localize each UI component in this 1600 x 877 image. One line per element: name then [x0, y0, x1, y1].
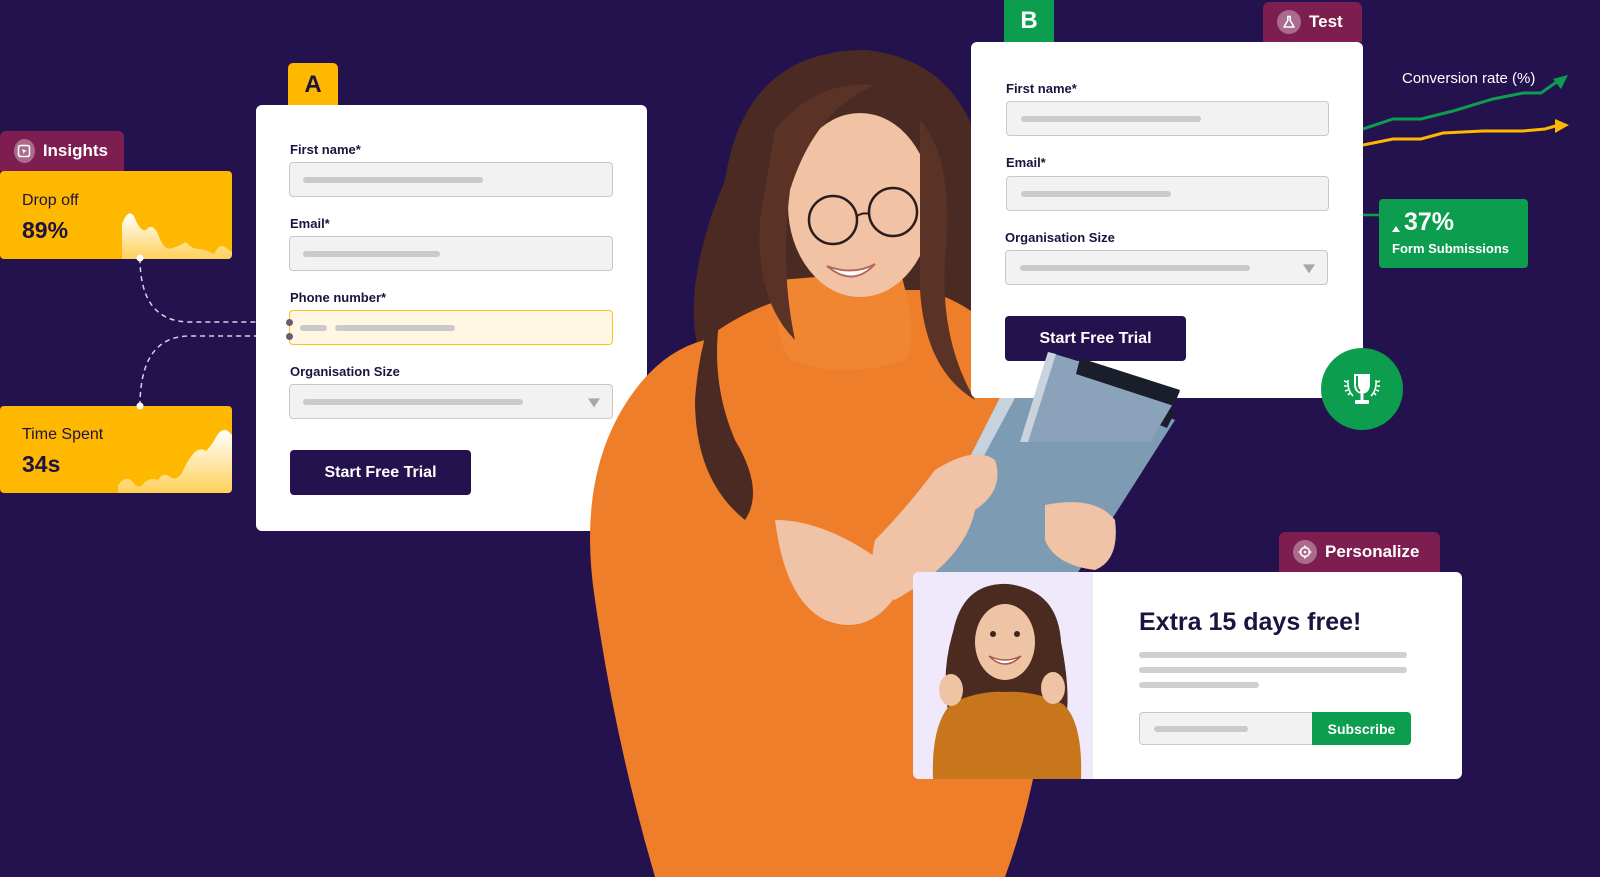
personalize-tag-label: Personalize — [1325, 542, 1420, 561]
phone-input[interactable] — [289, 310, 613, 345]
cursor-click-icon — [14, 139, 35, 163]
drop-off-card: Drop off 89% — [0, 171, 232, 259]
flask-icon — [1277, 10, 1301, 34]
variant-b-form: First name* Email* Organisation Size Sta… — [971, 42, 1363, 398]
subscribe-button[interactable]: Subscribe — [1312, 712, 1411, 745]
winner-badge — [1321, 348, 1403, 430]
test-tag-label: Test — [1309, 12, 1343, 31]
start-free-trial-button-a[interactable]: Start Free Trial — [290, 450, 471, 495]
conversion-lines — [1363, 75, 1569, 147]
variant-b-letter: B — [1020, 7, 1038, 34]
org-size-label-b: Organisation Size — [1005, 230, 1115, 245]
subscribe-email-input[interactable] — [1139, 712, 1313, 745]
promo-photo — [913, 572, 1093, 779]
target-icon — [1293, 540, 1317, 564]
variant-a-letter: A — [304, 71, 322, 98]
variant-a-trend-line — [1363, 123, 1560, 147]
connector-dot — [286, 319, 293, 326]
tablet-corner — [1020, 352, 1180, 442]
drop-off-label: Drop off — [22, 192, 79, 209]
drop-off-value: 89% — [22, 217, 69, 243]
variant-a-badge[interactable]: A — [288, 63, 338, 107]
connector-node — [136, 402, 144, 410]
phone-label: Phone number* — [290, 290, 387, 305]
email-input-b[interactable] — [1006, 176, 1329, 211]
first-name-label-b: First name* — [1006, 81, 1077, 96]
test-tag[interactable]: Test — [1263, 2, 1362, 42]
promo-text-placeholder — [1139, 682, 1259, 688]
insights-tag-label: Insights — [42, 141, 108, 160]
trophy-icon — [1343, 374, 1381, 404]
email-input[interactable] — [289, 236, 613, 271]
drop-off-sparkline — [122, 213, 232, 259]
connector-dot — [286, 333, 293, 340]
org-size-label: Organisation Size — [290, 364, 400, 379]
org-size-select[interactable] — [289, 384, 613, 419]
time-spent-sparkline — [118, 429, 232, 493]
time-spent-value: 34s — [22, 451, 61, 477]
org-size-select-b[interactable] — [1005, 250, 1328, 285]
promo-headline: Extra 15 days free! — [1139, 608, 1362, 636]
chevron-down-icon — [1303, 263, 1315, 273]
variant-b-badge[interactable]: B — [1004, 0, 1054, 42]
personalized-promo-card: Extra 15 days free! Subscribe — [913, 572, 1462, 779]
connector-node — [136, 254, 144, 262]
form-submissions-value: 37% — [1404, 208, 1455, 236]
time-spent-card: Time Spent 34s — [0, 406, 232, 493]
promo-text-placeholder — [1139, 667, 1407, 673]
time-spent-label: Time Spent — [22, 426, 104, 443]
email-label-b: Email* — [1006, 155, 1046, 170]
email-label: Email* — [290, 216, 330, 231]
form-submissions-stat: 37% Form Submissions — [1379, 199, 1528, 268]
variant-a-arrow — [1555, 119, 1569, 133]
insights-tag[interactable]: Insights — [0, 131, 124, 171]
first-name-label: First name* — [290, 142, 361, 157]
promo-text-placeholder — [1139, 652, 1407, 658]
variant-b-trend-line — [1363, 79, 1559, 131]
up-arrow-icon — [1392, 226, 1400, 232]
first-name-input[interactable] — [289, 162, 613, 197]
first-name-input-b[interactable] — [1006, 101, 1329, 136]
form-submissions-label: Form Submissions — [1392, 241, 1510, 256]
personalize-tag[interactable]: Personalize — [1279, 532, 1440, 572]
